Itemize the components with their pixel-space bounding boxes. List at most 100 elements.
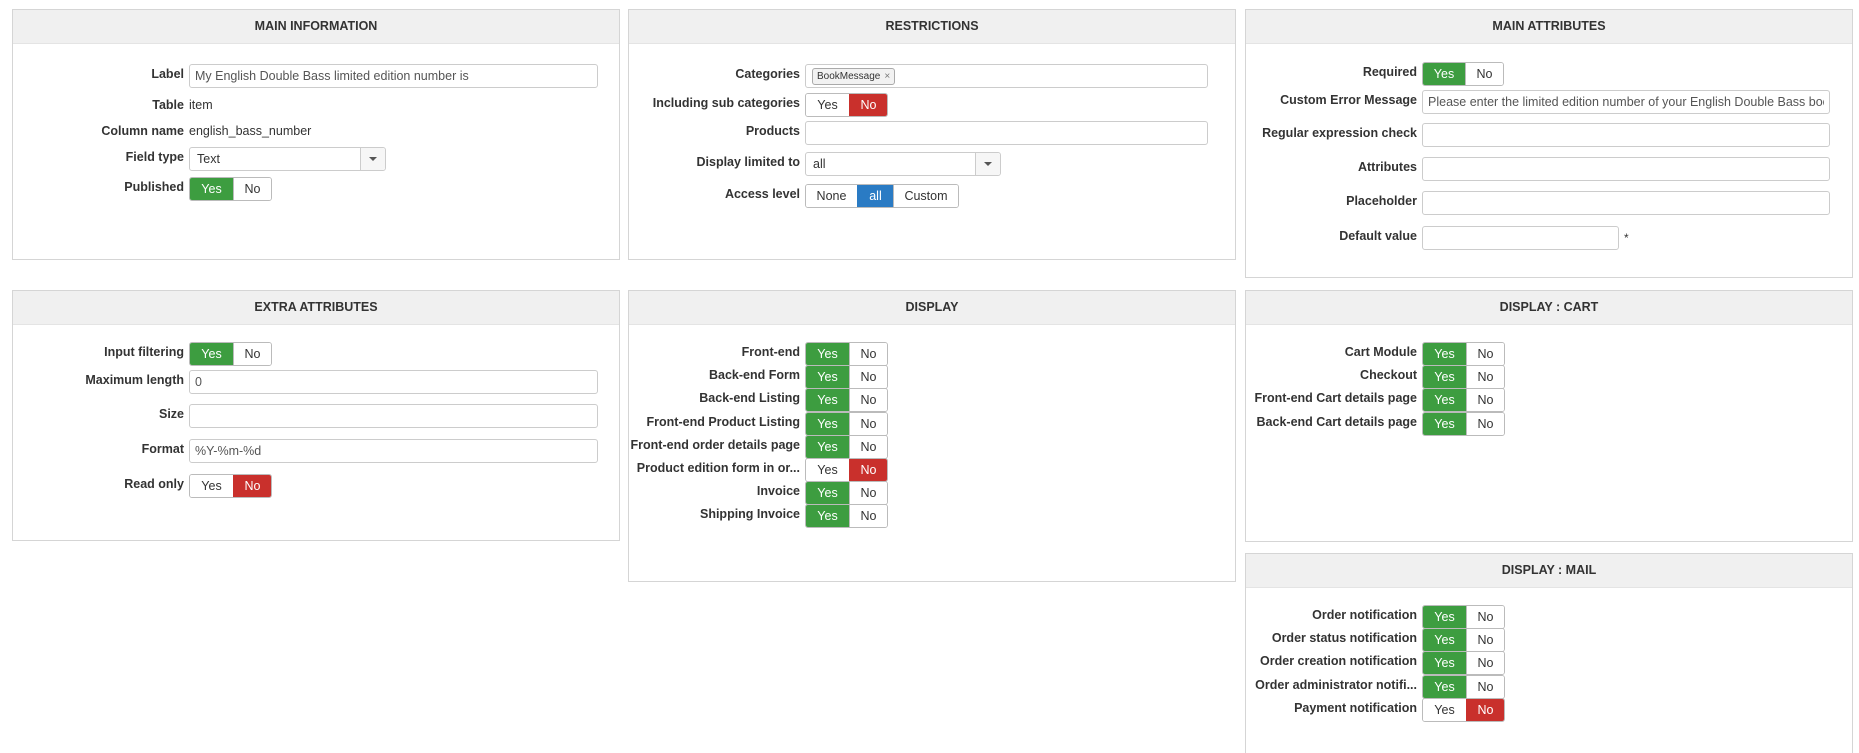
subcategories-label: Including sub categories — [652, 96, 800, 110]
max-length-input[interactable] — [189, 370, 598, 394]
no-button[interactable]: No — [1466, 389, 1504, 412]
label-input[interactable] — [189, 64, 598, 88]
no-button[interactable]: No — [1466, 675, 1504, 698]
max-length-label: Maximum length — [85, 373, 184, 387]
display-limited-select[interactable]: all — [805, 152, 1001, 176]
yes-button[interactable]: Yes — [1423, 412, 1466, 435]
toggle-row: Front-end Product Listing Yes No — [629, 411, 1235, 437]
no-button[interactable]: No — [849, 435, 887, 458]
toggle-row-label: Front-end — [741, 345, 800, 359]
placeholder-input[interactable] — [1422, 191, 1830, 215]
display-limited-label: Display limited to — [696, 155, 801, 169]
default-value-input[interactable] — [1422, 226, 1619, 250]
yes-button[interactable]: Yes — [1423, 652, 1466, 675]
yes-no-toggle: Yes No — [1422, 342, 1505, 366]
yes-no-toggle: Yes No — [1422, 628, 1505, 653]
no-button[interactable]: No — [849, 505, 887, 528]
attributes-label: Attributes — [1357, 160, 1417, 174]
read-only-no-button[interactable]: No — [233, 475, 271, 497]
custom-error-input[interactable] — [1422, 90, 1830, 114]
yes-button[interactable]: Yes — [1423, 629, 1466, 652]
display-limited-dropdown-button[interactable] — [975, 153, 1000, 175]
no-button[interactable]: No — [849, 459, 887, 481]
field-type-dropdown-button[interactable] — [360, 148, 385, 170]
column-name-row: Column name english_bass_number — [13, 118, 619, 144]
yes-button[interactable]: Yes — [806, 459, 849, 481]
published-row: Published Yes No — [13, 176, 619, 202]
access-all-button[interactable]: all — [857, 185, 893, 207]
products-input[interactable] — [805, 121, 1208, 145]
remove-tag-icon[interactable]: × — [884, 71, 890, 82]
yes-button[interactable]: Yes — [1423, 675, 1466, 698]
no-button[interactable]: No — [1466, 606, 1504, 628]
no-button[interactable]: No — [849, 366, 887, 389]
no-button[interactable]: No — [1466, 343, 1504, 365]
read-only-yes-button[interactable]: Yes — [190, 475, 233, 497]
yes-button[interactable]: Yes — [806, 366, 849, 389]
required-yes-button[interactable]: Yes — [1423, 63, 1465, 85]
no-button[interactable]: No — [1466, 698, 1504, 721]
toggle-row-label: Front-end order details page — [630, 437, 800, 452]
toggle-row-label: Back-end Form — [709, 368, 800, 383]
subcategories-no-button[interactable]: No — [849, 94, 887, 116]
input-filtering-yes-button[interactable]: Yes — [190, 343, 233, 365]
categories-input[interactable]: BookMessage × — [805, 64, 1208, 88]
published-no-button[interactable]: No — [233, 178, 271, 200]
display-cart-panel: DISPLAY : CART Cart Module Yes No Checkout Y… — [1245, 290, 1853, 542]
panel-title: MAIN INFORMATION — [13, 10, 619, 44]
subcategories-yes-button[interactable]: Yes — [806, 94, 849, 116]
main-attributes-panel: MAIN ATTRIBUTES Required Yes No Custom E… — [1245, 9, 1853, 278]
access-custom-button[interactable]: Custom — [893, 185, 958, 207]
yes-button[interactable]: Yes — [806, 343, 849, 365]
yes-button[interactable]: Yes — [806, 505, 849, 528]
no-button[interactable]: No — [849, 482, 887, 505]
yes-no-toggle: Yes No — [805, 504, 888, 529]
no-button[interactable]: No — [1466, 652, 1504, 675]
no-button[interactable]: No — [849, 412, 887, 435]
yes-button[interactable]: Yes — [806, 482, 849, 505]
custom-error-row: Custom Error Message — [1246, 89, 1852, 115]
category-tag: BookMessage × — [812, 68, 896, 85]
toggle-row: Product edition form in or... Yes No — [629, 457, 1235, 483]
no-button[interactable]: No — [1466, 366, 1504, 389]
yes-button[interactable]: Yes — [806, 412, 849, 435]
required-no-button[interactable]: No — [1465, 63, 1503, 85]
yes-button[interactable]: Yes — [1423, 606, 1466, 628]
regex-label: Regular expression check — [1262, 126, 1417, 140]
attributes-input[interactable] — [1422, 157, 1830, 181]
no-button[interactable]: No — [1466, 629, 1504, 652]
panel-title: DISPLAY : CART — [1246, 291, 1852, 325]
yes-button[interactable]: Yes — [1423, 343, 1466, 365]
published-yes-button[interactable]: Yes — [190, 178, 233, 200]
caret-down-icon — [369, 157, 377, 161]
yes-button[interactable]: Yes — [1423, 389, 1466, 412]
yes-button[interactable]: Yes — [806, 435, 849, 458]
yes-no-toggle: Yes No — [805, 365, 888, 390]
yes-button[interactable]: Yes — [1423, 698, 1466, 721]
regex-row: Regular expression check — [1246, 122, 1852, 148]
toggle-row-label: Order notification — [1312, 608, 1417, 622]
no-button[interactable]: No — [849, 389, 887, 412]
no-button[interactable]: No — [849, 343, 887, 365]
yes-button[interactable]: Yes — [1423, 366, 1466, 389]
toggle-row-label: Payment notification — [1294, 700, 1417, 715]
regex-input[interactable] — [1422, 123, 1830, 147]
toggle-row-label: Checkout — [1360, 368, 1417, 383]
panel-title: EXTRA ATTRIBUTES — [13, 291, 619, 325]
placeholder-row: Placeholder — [1246, 190, 1852, 216]
subcategories-toggle: Yes No — [805, 93, 888, 117]
main-information-panel: MAIN INFORMATION Label Table item Column… — [12, 9, 620, 260]
format-input[interactable] — [189, 439, 598, 463]
toggle-row-label: Invoice — [756, 484, 800, 499]
yes-no-toggle: Yes No — [1422, 674, 1505, 699]
access-none-button[interactable]: None — [806, 185, 857, 207]
no-button[interactable]: No — [1466, 412, 1504, 435]
input-filtering-no-button[interactable]: No — [233, 343, 271, 365]
max-length-row: Maximum length — [13, 369, 619, 395]
toggle-row: Cart Module Yes No — [1246, 341, 1852, 367]
yes-button[interactable]: Yes — [806, 389, 849, 412]
field-type-select[interactable]: Text — [189, 147, 386, 171]
size-input[interactable] — [189, 404, 598, 428]
panel-title: RESTRICTIONS — [629, 10, 1235, 44]
toggle-row-label: Shipping Invoice — [699, 507, 800, 522]
